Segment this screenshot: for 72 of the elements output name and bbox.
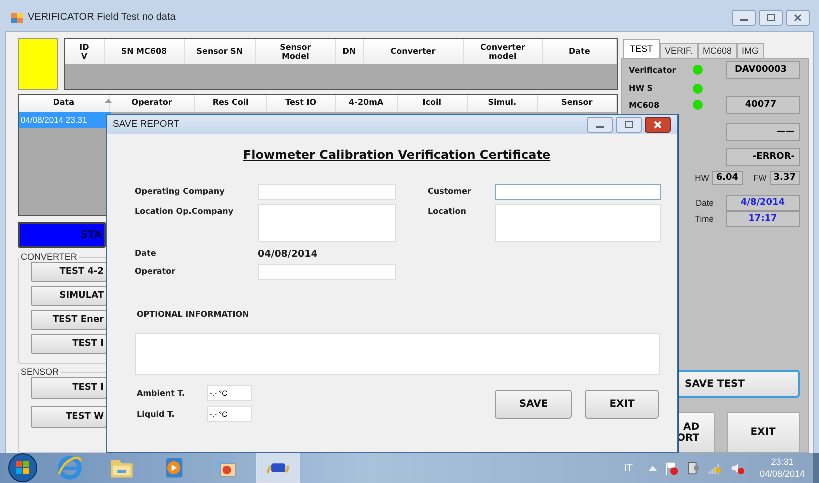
caret-icon[interactable] [648, 465, 657, 471]
tab[interactable]: VERIF. [660, 43, 698, 58]
field-label: Liquid T. [136, 410, 176, 418]
test-button[interactable]: SIMULAT [31, 286, 107, 306]
close-icon[interactable] [645, 116, 671, 132]
maximize-icon[interactable] [616, 116, 642, 132]
field-label: Date [135, 248, 158, 258]
app-icon [11, 12, 23, 24]
app-icon[interactable] [256, 453, 300, 483]
date-field: 4/8/2014 [726, 195, 800, 211]
minimize-icon[interactable] [732, 10, 756, 26]
exit-button[interactable]: EXIT [726, 412, 800, 452]
column-header[interactable]: Res Coil [195, 95, 268, 112]
test-button[interactable]: TEST W [31, 406, 107, 428]
test-button[interactable]: TEST 4-2 [31, 262, 107, 282]
dialog-heading: Flowmeter Calibration Verification Certificate [242, 148, 552, 162]
tab[interactable]: TEST [623, 39, 660, 58]
column-header[interactable]: Sensor SN [184, 39, 256, 64]
field-label: Location [427, 206, 468, 216]
date-label: Date [696, 198, 714, 208]
time-label: Time [695, 214, 714, 224]
status-label: MC608 [629, 100, 661, 110]
test-button[interactable]: TEST I [31, 377, 107, 399]
field-label: Operator [135, 266, 177, 276]
dialog-title: SAVE REPORT [113, 119, 180, 130]
section-label: OPTIONAL INFORMATION [137, 310, 250, 319]
exit-button[interactable]: EXIT [585, 390, 659, 419]
field-label: Ambient T. [136, 388, 186, 398]
power-icon[interactable] [686, 460, 701, 476]
column-header[interactable]: Sensor Model [256, 39, 336, 64]
column-header[interactable]: 4-20mA [336, 95, 398, 112]
hw-version: 6.04 [712, 171, 743, 185]
close-icon[interactable] [786, 10, 810, 26]
maximize-icon[interactable] [759, 10, 783, 26]
column-header[interactable]: ID V [65, 39, 105, 64]
tab[interactable]: IMG [737, 43, 764, 58]
tab[interactable]: MC608 [698, 43, 738, 58]
time-field: 17:17 [726, 211, 800, 227]
input-field[interactable] [495, 184, 661, 200]
field-label: Location Op.Company [135, 206, 235, 216]
test-button[interactable]: TEST Ener [31, 310, 107, 330]
fw-label: FW [754, 173, 767, 183]
flag-icon[interactable] [664, 460, 679, 476]
value-field: -ERROR- [726, 148, 800, 166]
test-button[interactable]: TEST I [31, 334, 107, 354]
value-field: —— [726, 123, 800, 141]
status-indicator [18, 38, 58, 90]
value-field: 40077 [726, 96, 800, 114]
save-button[interactable]: SAVE [495, 390, 572, 419]
column-header[interactable]: Converter [364, 39, 464, 64]
field-label: Operating Company [135, 186, 226, 196]
group-label: CONVERTER [20, 252, 78, 262]
column-header[interactable]: Date [543, 39, 617, 64]
date-value: 04/08/2014 [258, 248, 319, 260]
status-label: Verificator [629, 66, 678, 74]
column-header[interactable]: Converter model [464, 39, 544, 64]
minimize-icon[interactable] [587, 116, 613, 132]
status-label: HW S [629, 84, 654, 93]
field-label: Customer [427, 186, 472, 196]
column-header[interactable]: Icoil [398, 95, 468, 112]
sort-icon [105, 99, 112, 103]
start-icon[interactable] [8, 453, 38, 483]
column-header[interactable]: SN MC608 [104, 39, 185, 64]
hw-label: HW [695, 173, 710, 183]
fw-version: 3.37 [770, 171, 800, 185]
column-header[interactable]: DN [336, 39, 364, 64]
group-label: SENSOR [20, 367, 60, 377]
column-header[interactable]: Test IO [267, 95, 336, 112]
value-field: DAV00003 [726, 61, 800, 79]
column-header[interactable]: Simul. [468, 95, 538, 112]
column-header[interactable]: Sensor [538, 95, 618, 112]
window-title: VERIFICATOR Field Test no data [28, 12, 176, 23]
